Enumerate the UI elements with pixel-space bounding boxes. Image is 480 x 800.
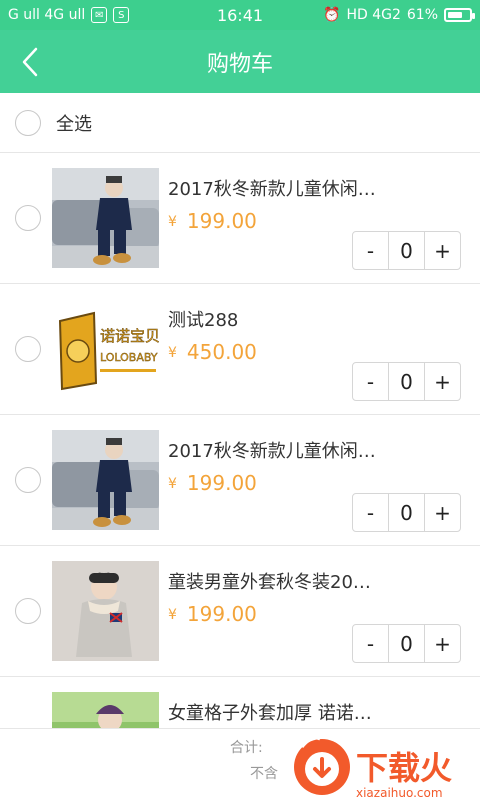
alarm-icon: ⏰ — [323, 7, 341, 23]
quantity-value[interactable]: 0 — [388, 363, 425, 400]
item-price: ¥199.00 — [168, 602, 257, 626]
signal-indicators: G ull 4G ull — [8, 7, 86, 23]
item-price: ¥199.00 — [168, 471, 257, 495]
price-value: 199.00 — [186, 602, 257, 626]
decrease-button[interactable]: - — [353, 363, 388, 400]
product-image[interactable] — [52, 561, 159, 661]
battery-percent: 61% — [406, 7, 438, 23]
product-image[interactable]: 诺诺宝贝 LOLOBABY — [52, 299, 159, 399]
quantity-value[interactable]: 0 — [388, 494, 425, 531]
currency-symbol: ¥ — [168, 214, 177, 230]
watermark-url: xiazaihuo.com — [356, 786, 443, 800]
item-price: ¥450.00 — [168, 340, 257, 364]
select-all-label: 全选 — [56, 113, 92, 135]
network-type: HD 4G2 — [346, 7, 401, 23]
increase-button[interactable]: + — [425, 494, 460, 531]
select-all-checkbox[interactable] — [15, 109, 41, 136]
item-name[interactable]: 童装男童外套秋冬装20… — [168, 568, 458, 594]
increase-button[interactable]: + — [425, 625, 460, 662]
battery-icon — [444, 8, 475, 22]
currency-symbol: ¥ — [168, 476, 177, 492]
app-header: 购物车 — [0, 30, 480, 93]
increase-button[interactable]: + — [425, 232, 460, 269]
product-image[interactable] — [52, 168, 159, 268]
select-all-row[interactable]: 全选 — [0, 93, 480, 153]
quantity-stepper: - 0 + — [352, 362, 461, 401]
cart-item: 诺诺宝贝 LOLOBABY 测试288 ¥450.00 - 0 + — [0, 284, 480, 415]
item-checkbox[interactable] — [15, 336, 41, 362]
cart-item: 2017秋冬新款儿童休闲… ¥199.00 - 0 + — [0, 153, 480, 284]
item-name[interactable]: 女童格子外套加厚 诺诺… — [168, 699, 458, 725]
price-value: 199.00 — [186, 209, 257, 233]
status-bar: G ull 4G ull ✉ S 16:41 ⏰ HD 4G2 61% — [0, 0, 480, 30]
quantity-stepper: - 0 + — [352, 493, 461, 532]
page-title: 购物车 — [206, 51, 273, 77]
status-right: ⏰ HD 4G2 61% — [323, 7, 475, 23]
currency-symbol: ¥ — [168, 607, 177, 623]
quantity-value[interactable]: 0 — [388, 232, 425, 269]
watermark-logo: 下载火 xiazaihuo.com — [294, 736, 452, 800]
app-notification-icon: ✉ — [91, 7, 108, 23]
quantity-stepper: - 0 + — [352, 231, 461, 270]
logo-text: 诺诺宝贝 — [100, 327, 159, 345]
checkout-bar: 合计: 不含 下载火 xiazaihuo.com — [0, 728, 480, 800]
currency-symbol: ¥ — [168, 345, 177, 361]
item-checkbox[interactable] — [15, 467, 41, 493]
increase-button[interactable]: + — [425, 363, 460, 400]
back-button[interactable] — [10, 42, 50, 82]
total-label: 合计: — [230, 740, 263, 756]
cart-item: 童装男童外套秋冬装20… ¥199.00 - 0 + — [0, 546, 480, 677]
decrease-button[interactable]: - — [353, 494, 388, 531]
item-name[interactable]: 2017秋冬新款儿童休闲… — [168, 175, 458, 201]
price-value: 199.00 — [186, 471, 257, 495]
item-price: ¥199.00 — [168, 209, 257, 233]
cart-item: 2017秋冬新款儿童休闲… ¥199.00 - 0 + — [0, 415, 480, 546]
quantity-stepper: - 0 + — [352, 624, 461, 663]
item-checkbox[interactable] — [15, 205, 41, 231]
decrease-button[interactable]: - — [353, 232, 388, 269]
item-name[interactable]: 测试288 — [168, 306, 458, 332]
total-sublabel: 不含 — [250, 766, 278, 782]
watermark-text: 下载火 — [356, 749, 452, 787]
price-value: 450.00 — [186, 340, 257, 364]
item-checkbox[interactable] — [15, 598, 41, 624]
sim-notification-icon: S — [113, 7, 130, 23]
status-left: G ull 4G ull ✉ S — [8, 7, 130, 23]
item-name[interactable]: 2017秋冬新款儿童休闲… — [168, 437, 458, 463]
quantity-value[interactable]: 0 — [388, 625, 425, 662]
decrease-button[interactable]: - — [353, 625, 388, 662]
product-image[interactable] — [52, 430, 159, 530]
chevron-left-icon — [22, 47, 38, 77]
logo-subtext: LOLOBABY — [100, 351, 158, 364]
